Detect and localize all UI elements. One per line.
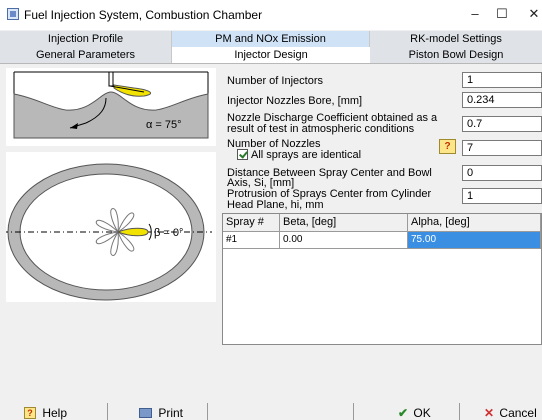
app-icon [7, 8, 19, 20]
window-title: Fuel Injection System, Combustion Chambe… [24, 8, 263, 22]
footer-separator-1 [107, 403, 108, 420]
tab-piston-bowl-design[interactable]: Piston Bowl Design [370, 47, 542, 63]
cancel-x-icon: ✕ [484, 405, 495, 420]
spray-plan-diagram: β = 0° [2, 163, 212, 301]
footer-separator-2 [207, 403, 208, 420]
cancel-button[interactable]: ✕ Cancel [484, 405, 537, 420]
table-header-beta[interactable]: Beta, [deg] [280, 214, 408, 232]
spray-plan-figure: β = 0° [2, 152, 216, 302]
print-button[interactable]: Print [139, 405, 183, 420]
footer-separator-3 [353, 403, 354, 420]
tab-pm-nox-emission[interactable]: PM and NOx Emission [172, 31, 370, 47]
bore-label: Injector Nozzles Bore, [mm] [227, 95, 363, 107]
tab-separator [0, 63, 542, 64]
num-injectors-label: Number of Injectors [227, 75, 323, 87]
close-button[interactable]: ✕ [524, 6, 542, 22]
spray-table: Spray # Beta, [deg] Alpha, [deg] #1 0.00… [222, 213, 542, 345]
tabs-row-1: Injection Profile PM and NOx Emission RK… [0, 31, 542, 47]
bowl-section-diagram: α = 75° [13, 71, 209, 139]
printer-icon [139, 407, 152, 418]
num-nozzles-field[interactable]: 7 [462, 140, 542, 156]
bottom-angle-label: β = 0° [154, 227, 183, 239]
top-angle-label: α = 75° [146, 119, 182, 131]
help-label: Help [42, 405, 68, 420]
identical-sprays-checkbox[interactable] [237, 149, 248, 160]
tab-rk-model-settings[interactable]: RK-model Settings [370, 31, 542, 47]
distance-field[interactable]: 0 [462, 165, 542, 181]
help-icon: ? [24, 406, 36, 419]
table-cell-spray[interactable]: #1 [223, 232, 280, 249]
tab-injector-design[interactable]: Injector Design [172, 47, 370, 63]
tabs-row-2: General Parameters Injector Design Pisto… [0, 47, 542, 63]
ok-label: OK [413, 405, 431, 420]
table-header-spray[interactable]: Spray # [223, 214, 280, 232]
protrusion-field[interactable]: 1 [462, 188, 542, 204]
checkmark-icon: ✔ [398, 405, 409, 420]
table-header-alpha[interactable]: Alpha, [deg] [408, 214, 541, 232]
protrusion-label-line2: Head Plane, hi, mm [227, 199, 324, 211]
footer-separator-4 [459, 403, 460, 420]
tab-injection-profile[interactable]: Injection Profile [0, 31, 172, 47]
minimize-button[interactable]: – [465, 6, 485, 21]
table-cell-alpha[interactable]: 75.00 [408, 232, 541, 249]
print-label: Print [158, 405, 184, 420]
maximize-button[interactable]: ☐ [492, 6, 512, 22]
nozzles-help-button[interactable]: ? [439, 139, 456, 154]
help-button[interactable]: ? Help [24, 405, 67, 420]
discharge-label-line2: result of test in atmospheric conditions [227, 123, 415, 135]
bore-field[interactable]: 0.234 [462, 92, 542, 108]
discharge-field[interactable]: 0.7 [462, 116, 542, 132]
ok-button[interactable]: ✔ OK [398, 405, 431, 420]
table-cell-beta[interactable]: 0.00 [280, 232, 408, 249]
identical-sprays-label: All sprays are identical [251, 149, 362, 161]
bowl-section-figure: α = 75° [6, 68, 216, 146]
num-injectors-field[interactable]: 1 [462, 72, 542, 88]
cancel-label: Cancel [499, 405, 537, 420]
title-bar: Fuel Injection System, Combustion Chambe… [0, 0, 542, 30]
tab-general-parameters[interactable]: General Parameters [0, 47, 172, 63]
